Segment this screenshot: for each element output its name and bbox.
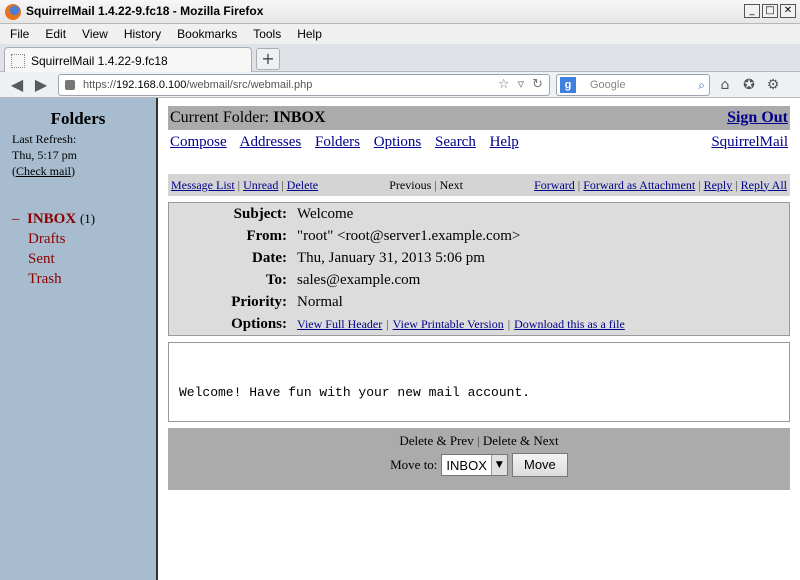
message-action-bar: Message List | Unread | Delete Previous | Next…	[168, 174, 790, 196]
search-magnifier-icon[interactable]: ⌕	[698, 78, 705, 93]
tab-title: SquirrelMail 1.4.22-9.fc18	[31, 53, 168, 68]
folders-link[interactable]: Folders	[315, 134, 360, 150]
navigation-bar: ◀ ▶ https://192.168.0.100/webmail/src/we…	[0, 72, 800, 98]
priority-value: Normal	[297, 294, 343, 310]
options-link[interactable]: Options	[374, 134, 422, 150]
menu-view[interactable]: View	[74, 27, 116, 41]
subject-label: Subject:	[233, 206, 287, 222]
menu-history[interactable]: History	[116, 27, 169, 41]
window-controls: _ □ ✕	[744, 4, 796, 18]
date-value: Thu, January 31, 2013 5:06 pm	[297, 250, 485, 266]
delete-link[interactable]: Delete	[287, 178, 318, 192]
last-refresh-label: Last Refresh:	[12, 132, 77, 146]
folder-drafts[interactable]: Drafts	[12, 229, 156, 249]
google-engine-icon[interactable]: g	[560, 77, 576, 93]
back-arrow-icon[interactable]: ◀	[8, 76, 26, 94]
search-link[interactable]: Search	[435, 134, 476, 150]
page-favicon-icon	[11, 53, 25, 68]
url-bar[interactable]: https://192.168.0.100/webmail/src/webmai…	[58, 74, 550, 96]
download-link[interactable]: Download this as a file	[514, 317, 625, 331]
menu-edit[interactable]: Edit	[37, 27, 74, 41]
message-list-link[interactable]: Message List	[171, 178, 235, 192]
home-icon[interactable]: ⌂	[716, 76, 734, 94]
forward-arrow-icon[interactable]: ▶	[32, 76, 50, 94]
sign-out-link[interactable]: Sign Out	[727, 109, 788, 127]
menu-bookmarks[interactable]: Bookmarks	[169, 27, 245, 41]
from-label: From:	[246, 228, 287, 244]
delete-next-label: Delete & Next	[482, 433, 559, 448]
top-nav-links: Compose Addresses Folders Options Search…	[170, 134, 788, 151]
search-placeholder: Google	[590, 79, 626, 91]
search-input[interactable]: g Google ⌕	[556, 74, 710, 96]
tab-strip: SquirrelMail 1.4.22-9.fc18 +	[0, 44, 800, 73]
reload-icon[interactable]: ↻	[532, 77, 543, 92]
select-arrow-icon[interactable]: ▼	[490, 455, 507, 475]
folder-inbox[interactable]: INBOX	[27, 211, 76, 227]
folder-trash[interactable]: Trash	[12, 269, 156, 289]
dropdown-arrow-icon[interactable]: ▿	[518, 77, 525, 92]
message-headers: Subject: Welcome From: "root" <root@serv…	[168, 202, 790, 336]
delete-prev-label: Delete & Prev	[399, 433, 474, 448]
unread-link[interactable]: Unread	[243, 178, 278, 192]
url-host: 192.168.0.100	[116, 79, 187, 91]
message-body-text: Welcome! Have fun with your new mail acc…	[179, 385, 531, 400]
addresses-link[interactable]: Addresses	[240, 134, 302, 150]
folder-list: – INBOX (1) Drafts Sent Trash	[0, 209, 156, 289]
reply-all-link[interactable]: Reply All	[741, 178, 787, 192]
current-folder-bar: Current Folder: INBOX Sign Out	[168, 106, 790, 130]
current-folder: Current Folder: INBOX	[170, 109, 326, 126]
page-content: Folders Last Refresh: Thu, 5:17 pm (Chec…	[0, 98, 800, 580]
last-refresh-time: Thu, 5:17 pm	[12, 148, 77, 162]
move-to-label: Move to:	[390, 457, 438, 472]
forward-link[interactable]: Forward	[534, 178, 575, 192]
move-to-value: INBOX	[446, 457, 487, 473]
move-to-select[interactable]: INBOX ▼	[441, 454, 508, 476]
url-path: /webmail/src/webmail.php	[186, 79, 313, 91]
view-full-header-link[interactable]: View Full Header	[297, 317, 382, 331]
sidebar-title: Folders	[50, 109, 106, 128]
firefox-logo-icon	[5, 4, 21, 20]
minimize-button[interactable]: _	[744, 4, 760, 18]
new-tab-button[interactable]: +	[256, 48, 280, 70]
menu-bar: File Edit View History Bookmarks Tools H…	[0, 24, 800, 44]
folder-sidebar: Folders Last Refresh: Thu, 5:17 pm (Chec…	[0, 98, 158, 580]
options-label: Options:	[231, 316, 287, 332]
forward-attachment-link[interactable]: Forward as Attachment	[583, 178, 695, 192]
window-title: SquirrelMail 1.4.22-9.fc18 - Mozilla Fir…	[26, 4, 264, 18]
lock-icon	[65, 80, 75, 90]
url-prefix: https://	[83, 79, 117, 91]
reply-link[interactable]: Reply	[704, 178, 733, 192]
to-value: sales@example.com	[297, 272, 421, 288]
close-window-button[interactable]: ✕	[780, 4, 796, 18]
bookmark-star-icon[interactable]: ☆	[498, 77, 510, 92]
squirrelmail-link[interactable]: SquirrelMail	[711, 134, 788, 150]
previous-label: Previous	[389, 177, 432, 192]
to-label: To:	[265, 272, 287, 288]
tools-menu-icon[interactable]: ⚙	[764, 76, 782, 94]
menu-help[interactable]: Help	[289, 27, 330, 41]
addon-icon[interactable]: ✪	[740, 76, 758, 94]
message-body: Welcome! Have fun with your new mail acc…	[168, 342, 790, 422]
check-mail-link[interactable]: Check mail	[16, 164, 71, 178]
from-value: "root" <root@server1.example.com>	[297, 228, 521, 244]
priority-label: Priority:	[231, 294, 287, 310]
menu-file[interactable]: File	[2, 27, 37, 41]
message-footer-bar: Delete & Prev | Delete & Next Move to: I…	[168, 428, 790, 490]
window-titlebar: SquirrelMail 1.4.22-9.fc18 - Mozilla Fir…	[0, 0, 800, 24]
maximize-button[interactable]: □	[762, 4, 778, 18]
compose-link[interactable]: Compose	[170, 134, 227, 150]
inbox-count: (1)	[79, 211, 96, 226]
help-link[interactable]: Help	[490, 134, 519, 150]
last-refresh: Last Refresh: Thu, 5:17 pm (Check mail)	[0, 131, 156, 179]
browser-tab[interactable]: SquirrelMail 1.4.22-9.fc18	[4, 47, 252, 73]
next-label: Next	[439, 177, 463, 192]
menu-tools[interactable]: Tools	[245, 27, 289, 41]
collapse-marker[interactable]: –	[12, 211, 20, 227]
date-label: Date:	[252, 250, 287, 266]
message-view: Current Folder: INBOX Sign Out Compose A…	[168, 98, 790, 580]
folder-sent[interactable]: Sent	[12, 249, 156, 269]
move-button[interactable]: Move	[511, 453, 568, 477]
view-printable-link[interactable]: View Printable Version	[393, 317, 504, 331]
subject-value: Welcome	[297, 206, 354, 222]
